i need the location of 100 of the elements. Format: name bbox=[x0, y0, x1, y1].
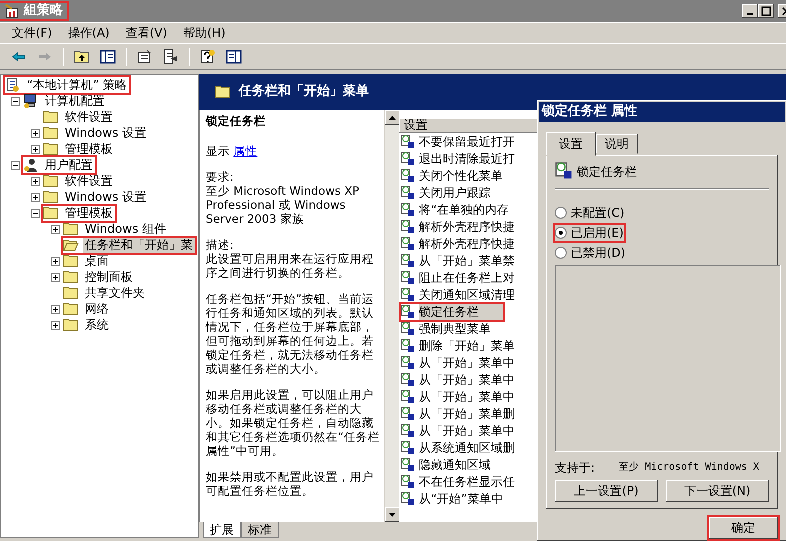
option-label[interactable]: 已启用(E) bbox=[571, 225, 624, 241]
setting-item[interactable]: 不在任务栏显示任 bbox=[419, 474, 515, 490]
expand-icon[interactable] bbox=[50, 224, 60, 234]
collapse-icon[interactable] bbox=[30, 208, 40, 218]
panel-icon[interactable] bbox=[100, 48, 116, 64]
tree-item[interactable]: 软件设置 bbox=[63, 110, 115, 124]
tree-item[interactable]: Windows 设置 bbox=[63, 126, 148, 140]
setting-item[interactable]: 解析外壳程序快捷 bbox=[419, 236, 515, 252]
supported-value: 至少 Microsoft Windows X bbox=[619, 460, 760, 475]
setting-item[interactable]: 从「开始」菜单中 bbox=[419, 388, 515, 404]
setting-item[interactable]: 从系统通知区域删 bbox=[419, 440, 515, 456]
tree-item[interactable]: 桌面 bbox=[83, 254, 111, 268]
tree-item[interactable]: Windows 设置 bbox=[63, 190, 148, 204]
setting-item[interactable]: 从「开始」菜单中 bbox=[419, 422, 515, 438]
expand-icon[interactable] bbox=[50, 272, 60, 282]
setting-item[interactable]: 强制典型菜单 bbox=[419, 320, 491, 336]
nav-button[interactable]: 上一设置(P) bbox=[555, 480, 658, 502]
minimize-button[interactable] bbox=[742, 4, 758, 18]
menu-item[interactable]: 操作(A) bbox=[60, 25, 118, 41]
expand-icon[interactable] bbox=[30, 128, 40, 138]
tab[interactable]: 设置 bbox=[546, 132, 596, 156]
setting-item[interactable]: 从「开始」菜单删 bbox=[419, 406, 515, 422]
description-text: 此设置可启用用来在运行应用程序之间进行切换的任务栏。 bbox=[206, 252, 375, 280]
option-label[interactable]: 未配置(C) bbox=[571, 205, 625, 221]
folder-icon bbox=[43, 126, 59, 140]
setting-item[interactable]: 删除「开始」菜单 bbox=[419, 338, 515, 354]
maximize-icon bbox=[760, 6, 772, 16]
up-folder-icon[interactable] bbox=[74, 48, 90, 64]
description-text: 如果启用此设置，可以阻止用户移动任务栏或调整任务栏的大小。如果锁定任务栏，自动隐藏和其它任务栏选项仍然在“任务栏属性”中可用。 bbox=[206, 388, 381, 458]
panel-icon[interactable] bbox=[226, 48, 242, 64]
setting-item[interactable]: 解析外壳程序快捷 bbox=[419, 218, 515, 234]
setting-item[interactable]: 从“开始”菜单中 bbox=[419, 490, 504, 506]
setting-item[interactable]: 隐藏通知区域 bbox=[419, 456, 491, 472]
tree-item[interactable]: 管理模板 bbox=[63, 142, 115, 156]
tree-item[interactable]: 软件设置 bbox=[63, 174, 115, 188]
setting-item[interactable]: 从「开始」菜单禁 bbox=[419, 252, 515, 268]
option-label[interactable]: 已禁用(D) bbox=[571, 245, 626, 261]
tree-item[interactable]: “本地计算机” 策略 bbox=[25, 78, 130, 92]
tab[interactable]: 扩展 bbox=[203, 522, 241, 538]
setting-icon bbox=[555, 162, 573, 180]
scroll-down-icon[interactable] bbox=[389, 512, 396, 516]
help-icon[interactable] bbox=[200, 48, 216, 64]
tree-item[interactable]: Windows 组件 bbox=[83, 222, 168, 236]
dialog-title: 锁定任务栏 属性 bbox=[539, 102, 785, 122]
folder-icon bbox=[43, 142, 59, 156]
scrollbar[interactable] bbox=[384, 110, 399, 522]
collapse-icon[interactable] bbox=[10, 160, 20, 170]
tab[interactable]: 说明 bbox=[596, 134, 638, 154]
tree-item[interactable]: 网络 bbox=[83, 302, 111, 316]
folder-icon bbox=[43, 190, 59, 204]
setting-item[interactable]: 阻止在任务栏上对 bbox=[419, 270, 515, 286]
expand-icon[interactable] bbox=[50, 304, 60, 314]
panel-title: 任务栏和「开始」菜单 bbox=[239, 84, 369, 100]
setting-item[interactable]: 从「开始」菜单中 bbox=[419, 354, 515, 370]
setting-item[interactable]: 从「开始」菜单中 bbox=[419, 372, 515, 388]
ok-button[interactable]: 确定 bbox=[709, 517, 778, 539]
scroll-up-icon[interactable] bbox=[389, 116, 396, 120]
folder-icon bbox=[43, 110, 59, 124]
properties-icon[interactable] bbox=[137, 48, 153, 64]
tree-item[interactable]: 系统 bbox=[83, 318, 111, 332]
expand-icon[interactable] bbox=[30, 192, 40, 202]
folder-icon bbox=[63, 302, 79, 316]
setting-item[interactable]: 关闭用户跟踪 bbox=[419, 184, 491, 200]
radio-button[interactable] bbox=[555, 227, 567, 239]
tree-item[interactable]: 计算机配置 bbox=[43, 94, 107, 108]
expand-icon[interactable] bbox=[50, 256, 60, 266]
export-icon[interactable] bbox=[163, 48, 179, 64]
radio-button[interactable] bbox=[555, 247, 567, 259]
setting-item[interactable]: 退出时清除最近打 bbox=[419, 150, 515, 166]
setting-item[interactable]: 将“在单独的内存 bbox=[419, 202, 510, 218]
nav-button[interactable]: 下一设置(N) bbox=[666, 480, 769, 502]
maximize-button[interactable] bbox=[758, 4, 774, 18]
collapse-icon[interactable] bbox=[10, 96, 20, 106]
menu-item[interactable]: 查看(V) bbox=[118, 25, 176, 41]
folder-icon bbox=[215, 86, 231, 98]
setting-item[interactable]: 关闭通知区域清理 bbox=[419, 286, 515, 302]
tree-item[interactable]: 控制面板 bbox=[83, 270, 135, 284]
setting-name: 锁定任务栏 bbox=[577, 164, 637, 180]
setting-item[interactable]: 关闭个性化菜单 bbox=[419, 168, 503, 184]
tree-item[interactable]: 用户配置 bbox=[43, 158, 95, 172]
expand-icon[interactable] bbox=[50, 320, 60, 330]
setting-item[interactable]: 锁定任务栏 bbox=[419, 304, 503, 320]
folder-icon bbox=[63, 286, 79, 300]
description-text: 要求: bbox=[206, 170, 235, 184]
setting-item[interactable]: 不要保留最近打开 bbox=[419, 134, 515, 150]
radio-button[interactable] bbox=[555, 207, 567, 219]
folder-icon bbox=[63, 222, 79, 236]
menu-item[interactable]: 帮助(H) bbox=[175, 25, 234, 41]
properties-link[interactable]: 属性 bbox=[234, 144, 258, 158]
folder-icon bbox=[43, 174, 59, 188]
app-icon bbox=[4, 3, 20, 19]
folder-icon bbox=[43, 206, 59, 220]
menu-item[interactable]: 文件(F) bbox=[4, 25, 60, 41]
expand-icon[interactable] bbox=[30, 176, 40, 186]
tree-item[interactable]: 管理模板 bbox=[63, 206, 115, 220]
tab[interactable]: 标准 bbox=[241, 522, 279, 538]
tree-item[interactable]: 任务栏和「开始」菜 bbox=[83, 238, 195, 252]
tree-item[interactable]: 共享文件夹 bbox=[83, 286, 147, 300]
description-text: 如果禁用或不配置此设置，用户可配置任务栏位置。 bbox=[206, 470, 375, 498]
expand-icon[interactable] bbox=[30, 144, 40, 154]
